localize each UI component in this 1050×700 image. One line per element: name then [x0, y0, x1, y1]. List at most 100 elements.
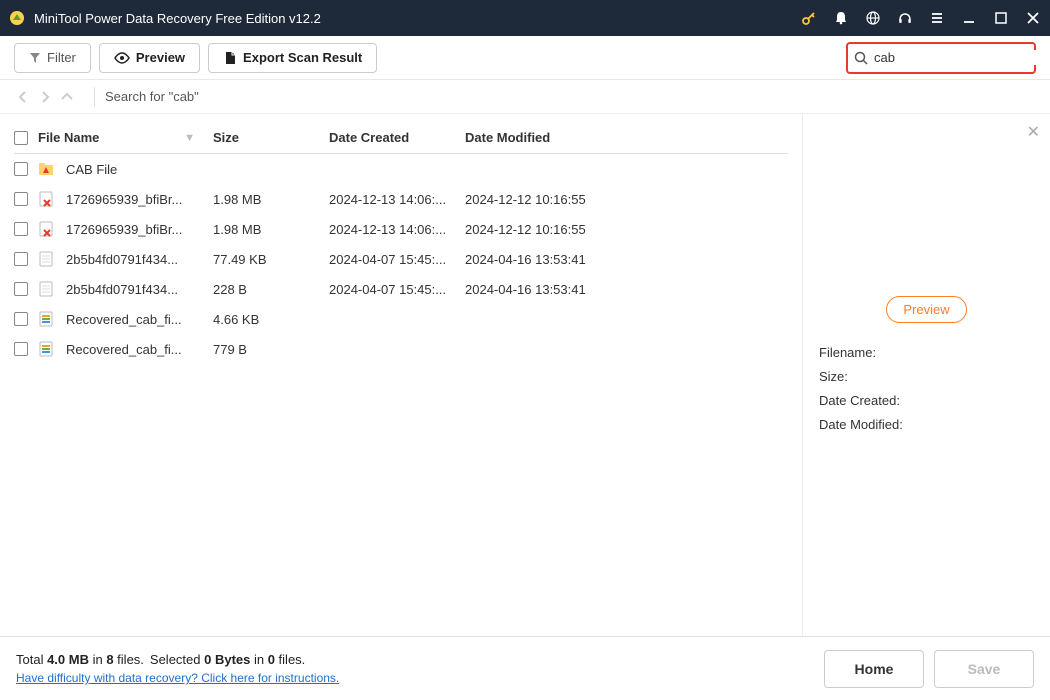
back-icon[interactable] [14, 88, 32, 106]
file-type-icon [38, 191, 54, 207]
filter-button[interactable]: Filter [14, 43, 91, 73]
toolbar: Filter Preview Export Scan Result ✕ [0, 36, 1050, 80]
file-name: CAB File [66, 162, 117, 177]
total-suffix: files. [114, 652, 144, 667]
file-created: 2024-12-13 14:06:... [329, 222, 465, 237]
preview-button[interactable]: Preview [99, 43, 200, 73]
search-box: ✕ [846, 42, 1036, 74]
file-created: 2024-04-07 15:45:... [329, 252, 465, 267]
total-prefix: Total [16, 652, 47, 667]
file-name: 2b5b4fd0791f434... [66, 252, 178, 267]
file-created: 2024-12-13 14:06:... [329, 192, 465, 207]
file-type-icon [38, 161, 54, 177]
table-row[interactable]: 1726965939_bfiBr... 1.98 MB2024-12-13 14:… [14, 214, 788, 244]
export-icon [223, 51, 237, 65]
table-row[interactable]: 1726965939_bfiBr... 1.98 MB2024-12-13 14:… [14, 184, 788, 214]
file-size: 1.98 MB [213, 192, 329, 207]
selected-size: 0 Bytes [204, 652, 250, 667]
file-type-icon [38, 281, 54, 297]
maximize-icon[interactable] [992, 9, 1010, 27]
file-list-panel: File Name ▼ Size Date Created Date Modif… [0, 114, 802, 636]
sort-indicator-icon[interactable]: ▼ [184, 132, 195, 144]
file-size: 4.66 KB [213, 312, 329, 327]
file-type-icon [38, 251, 54, 267]
col-size-label[interactable]: Size [213, 130, 329, 145]
preview-modified-label: Date Modified: [819, 413, 1038, 437]
app-logo-icon [8, 9, 26, 27]
up-icon[interactable] [58, 88, 76, 106]
save-button[interactable]: Save [934, 650, 1034, 688]
titlebar: MiniTool Power Data Recovery Free Editio… [0, 0, 1050, 36]
row-checkbox[interactable] [14, 222, 28, 236]
forward-icon[interactable] [36, 88, 54, 106]
row-checkbox[interactable] [14, 312, 28, 326]
file-type-icon [38, 341, 54, 357]
preview-filename-label: Filename: [819, 341, 1038, 365]
file-name: 1726965939_bfiBr... [66, 222, 182, 237]
table-row[interactable]: Recovered_cab_fi... 779 B [14, 334, 788, 364]
file-name: Recovered_cab_fi... [66, 312, 182, 327]
file-name: 2b5b4fd0791f434... [66, 282, 178, 297]
selected-suffix: files. [275, 652, 305, 667]
selected-prefix: Selected [150, 652, 204, 667]
file-size: 1.98 MB [213, 222, 329, 237]
table-row[interactable]: 2b5b4fd0791f434... 228 B2024-04-07 15:45:… [14, 274, 788, 304]
search-input[interactable] [874, 50, 1050, 65]
selected-count: 0 [268, 652, 275, 667]
key-icon[interactable] [800, 9, 818, 27]
export-label: Export Scan Result [243, 50, 362, 65]
row-checkbox[interactable] [14, 162, 28, 176]
preview-created-label: Date Created: [819, 389, 1038, 413]
file-name: 1726965939_bfiBr... [66, 192, 182, 207]
breadcrumb: Search for "cab" [105, 89, 199, 104]
close-icon[interactable] [1024, 9, 1042, 27]
breadcrumb-bar: Search for "cab" [0, 80, 1050, 114]
export-button[interactable]: Export Scan Result [208, 43, 377, 73]
globe-icon[interactable] [864, 9, 882, 27]
row-checkbox[interactable] [14, 342, 28, 356]
file-size: 779 B [213, 342, 329, 357]
preview-size-label: Size: [819, 365, 1038, 389]
file-type-icon [38, 221, 54, 237]
table-row[interactable]: Recovered_cab_fi... 4.66 KB [14, 304, 788, 334]
row-checkbox[interactable] [14, 282, 28, 296]
row-checkbox[interactable] [14, 252, 28, 266]
file-size: 77.49 KB [213, 252, 329, 267]
selected-mid: in [250, 652, 267, 667]
preview-panel-button[interactable]: Preview [886, 296, 966, 323]
col-modified-label[interactable]: Date Modified [465, 130, 605, 145]
funnel-icon [29, 52, 41, 64]
total-mid: in [89, 652, 106, 667]
preview-panel: ✕ Preview Filename: Size: Date Created: … [802, 114, 1050, 636]
file-size: 228 B [213, 282, 329, 297]
home-button[interactable]: Home [824, 650, 924, 688]
bell-icon[interactable] [832, 9, 850, 27]
file-modified: 2024-04-16 13:53:41 [465, 252, 605, 267]
total-size: 4.0 MB [47, 652, 89, 667]
col-name-label[interactable]: File Name [38, 130, 99, 145]
file-modified: 2024-12-12 10:16:55 [465, 222, 605, 237]
eye-icon [114, 52, 130, 64]
file-type-icon [38, 311, 54, 327]
preview-close-icon[interactable]: ✕ [1027, 122, 1040, 142]
file-name: Recovered_cab_fi... [66, 342, 182, 357]
app-title: MiniTool Power Data Recovery Free Editio… [34, 11, 800, 26]
table-row[interactable]: CAB File [14, 154, 788, 184]
preview-label: Preview [136, 50, 185, 65]
row-checkbox[interactable] [14, 192, 28, 206]
search-icon [854, 51, 868, 65]
table-header: File Name ▼ Size Date Created Date Modif… [14, 124, 788, 154]
col-created-label[interactable]: Date Created [329, 130, 465, 145]
minimize-icon[interactable] [960, 9, 978, 27]
status-bar: Total 4.0 MB in 8 files. Selected 0 Byte… [0, 636, 1050, 700]
filter-label: Filter [47, 50, 76, 65]
help-link[interactable]: Have difficulty with data recovery? Clic… [16, 671, 339, 685]
select-all-checkbox[interactable] [14, 131, 28, 145]
file-created: 2024-04-07 15:45:... [329, 282, 465, 297]
menu-icon[interactable] [928, 9, 946, 27]
headphones-icon[interactable] [896, 9, 914, 27]
file-modified: 2024-12-12 10:16:55 [465, 192, 605, 207]
file-modified: 2024-04-16 13:53:41 [465, 282, 605, 297]
total-count: 8 [106, 652, 113, 667]
table-row[interactable]: 2b5b4fd0791f434... 77.49 KB2024-04-07 15:… [14, 244, 788, 274]
